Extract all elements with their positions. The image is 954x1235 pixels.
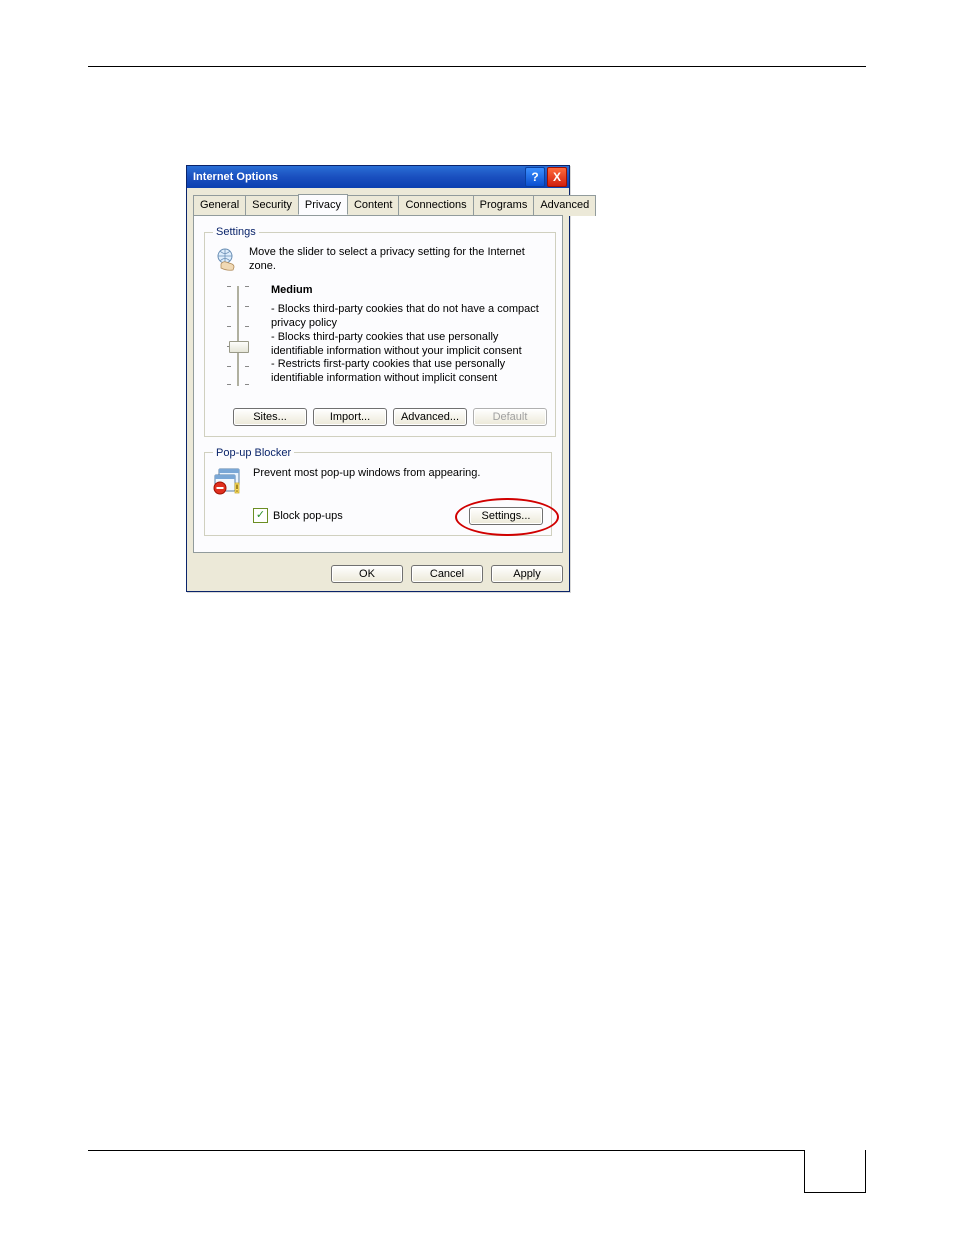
page-number-box	[804, 1150, 866, 1193]
checkbox-icon: ✓	[253, 508, 268, 523]
tab-programs[interactable]: Programs	[473, 195, 535, 216]
privacy-bullet-1: - Blocks third-party cookies that do not…	[271, 303, 539, 329]
page-divider-bottom	[88, 1150, 866, 1151]
settings-instruction: Move the slider to select a privacy sett…	[249, 246, 547, 274]
popup-blocker-icon	[213, 467, 243, 495]
privacy-level-description: Medium - Blocks third-party cookies that…	[271, 284, 541, 386]
sites-button[interactable]: Sites...	[233, 408, 307, 426]
popup-legend: Pop-up Blocker	[213, 447, 294, 459]
advanced-button[interactable]: Advanced...	[393, 408, 467, 426]
privacy-bullet-3: - Restricts first-party cookies that use…	[271, 358, 505, 384]
page-divider-top	[88, 66, 866, 67]
tab-strip: General Security Privacy Content Connect…	[187, 188, 569, 215]
default-button: Default	[473, 408, 547, 426]
privacy-slider[interactable]	[223, 284, 253, 394]
apply-button[interactable]: Apply	[491, 565, 563, 583]
tab-privacy[interactable]: Privacy	[298, 194, 348, 215]
help-button[interactable]: ?	[525, 167, 545, 187]
settings-legend: Settings	[213, 226, 259, 238]
titlebar[interactable]: Internet Options ? X	[187, 166, 569, 188]
close-button[interactable]: X	[547, 167, 567, 187]
close-icon: X	[553, 171, 561, 183]
window-title: Internet Options	[193, 171, 278, 183]
tab-advanced[interactable]: Advanced	[533, 195, 596, 216]
tab-panel-privacy: Settings Move the slider to select a pri…	[193, 215, 563, 553]
block-popups-checkbox[interactable]: ✓ Block pop-ups	[253, 508, 343, 523]
popup-description: Prevent most pop-up windows from appeari…	[253, 467, 480, 479]
privacy-level-name: Medium	[271, 284, 541, 298]
settings-group: Settings Move the slider to select a pri…	[204, 226, 556, 437]
globe-hand-icon	[213, 246, 241, 272]
ok-button[interactable]: OK	[331, 565, 403, 583]
tab-security[interactable]: Security	[245, 195, 299, 216]
cancel-button[interactable]: Cancel	[411, 565, 483, 583]
slider-thumb[interactable]	[229, 341, 249, 353]
import-button[interactable]: Import...	[313, 408, 387, 426]
dialog-button-row: OK Cancel Apply	[187, 559, 569, 591]
internet-options-dialog: Internet Options ? X General Security Pr…	[186, 165, 570, 592]
tab-general[interactable]: General	[193, 195, 246, 216]
tab-connections[interactable]: Connections	[398, 195, 473, 216]
privacy-bullet-2: - Blocks third-party cookies that use pe…	[271, 331, 522, 357]
help-icon: ?	[531, 171, 538, 183]
popup-settings-button[interactable]: Settings...	[469, 507, 543, 525]
block-popups-label: Block pop-ups	[273, 510, 343, 522]
popup-blocker-group: Pop-up Blocker Prevent most	[204, 447, 552, 536]
tab-content[interactable]: Content	[347, 195, 400, 216]
